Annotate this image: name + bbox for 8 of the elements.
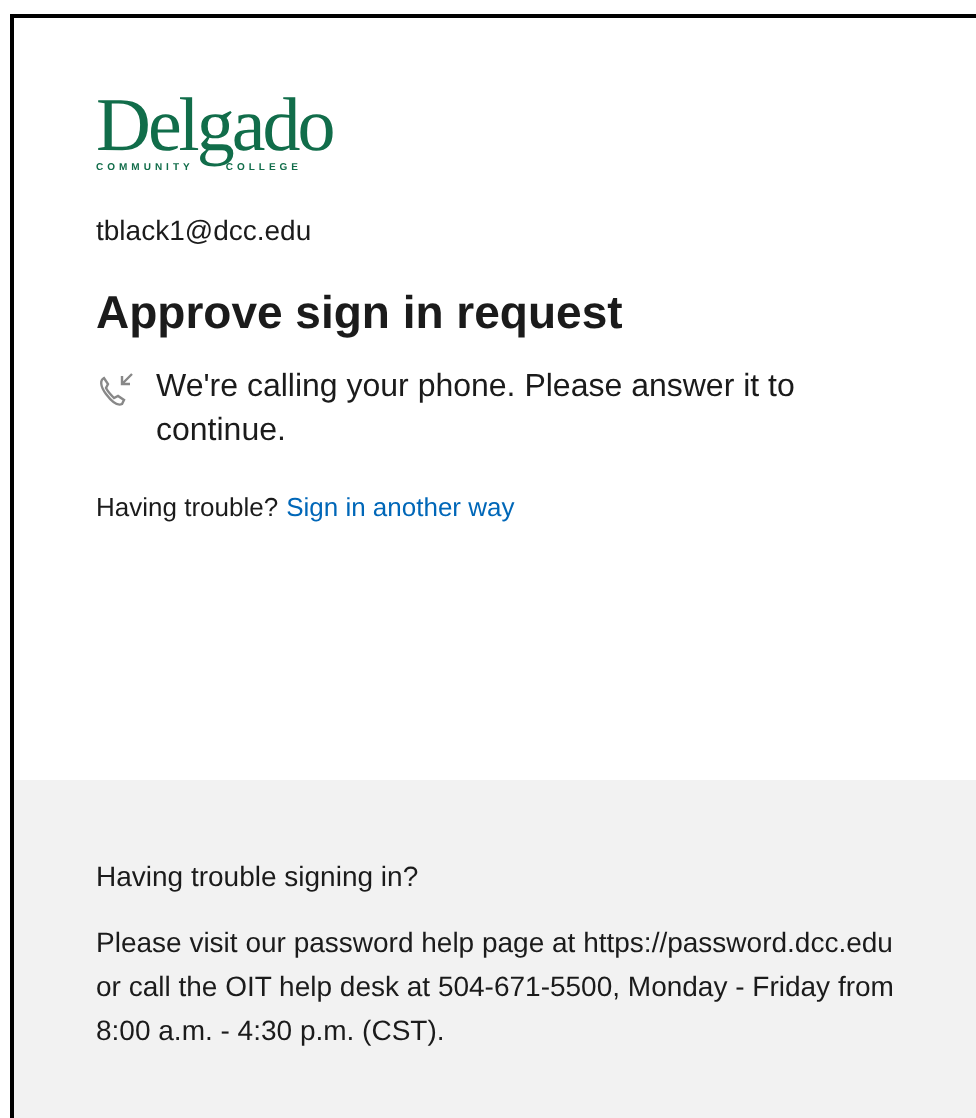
phone-call-icon [96,370,136,410]
trouble-prompt: Having trouble? [96,490,279,526]
page-heading: Approve sign in request [96,284,623,342]
sign-in-another-way-link[interactable]: Sign in another way [286,490,515,526]
account-email: tblack1@dcc.edu [96,212,312,250]
help-heading: Having trouble signing in? [96,858,421,896]
call-message: We're calling your phone. Please answer it to continue. [156,368,797,452]
help-text: Please visit our password help page at https://password.dcc.edu or call the OIT help desk at 504-671-5500, Monday - Friday from 8:00 a.m. - 4:30 p.m. (CST). [96,924,896,1050]
